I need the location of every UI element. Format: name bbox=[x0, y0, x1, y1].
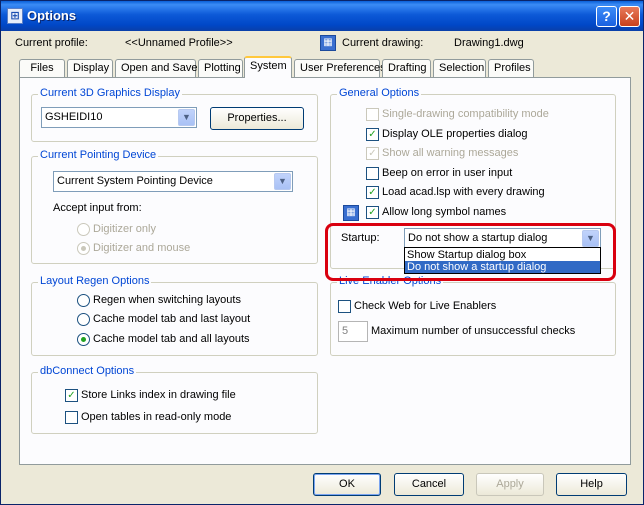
check-web-label: Check Web for Live Enablers bbox=[354, 300, 497, 312]
check-icon: ✓ bbox=[368, 207, 377, 218]
startup-option-do-not-show[interactable]: Do not show a startup dialog bbox=[405, 261, 600, 273]
tab-open-and-save[interactable]: Open and Save bbox=[115, 59, 197, 77]
open-readonly-label: Open tables in read-only mode bbox=[81, 411, 232, 423]
live-enabler-group: Live Enabler Options bbox=[330, 275, 616, 356]
help-button[interactable]: Help bbox=[556, 473, 627, 496]
cache-all-layouts-radio[interactable] bbox=[77, 333, 90, 346]
options-dialog: ⊞ Options ? ✕ Current profile: <<Unnamed… bbox=[0, 0, 644, 505]
display-ole-label: Display OLE properties dialog bbox=[382, 128, 528, 140]
max-checks-label: Maximum number of unsuccessful checks bbox=[371, 325, 576, 337]
general-options-title: General Options bbox=[337, 87, 422, 99]
max-checks-input[interactable]: 5 bbox=[338, 321, 368, 342]
load-acad-label: Load acad.lsp with every drawing bbox=[382, 186, 545, 198]
long-symbols-label: Allow long symbol names bbox=[382, 206, 507, 218]
graphics-driver-select[interactable]: GSHEIDI10 ▼ bbox=[41, 107, 197, 128]
close-icon: ✕ bbox=[623, 8, 636, 24]
startup-dropdown-list: Show Startup dialog box Do not show a st… bbox=[404, 247, 601, 274]
single-drawing-label: Single-drawing compatibility mode bbox=[382, 108, 549, 120]
long-symbols-checkbox[interactable]: ✓ bbox=[366, 206, 379, 219]
store-links-checkbox[interactable]: ✓ bbox=[65, 389, 78, 402]
cache-last-layout-label: Cache model tab and last layout bbox=[93, 313, 251, 325]
apply-button[interactable]: Apply bbox=[476, 473, 544, 496]
digitizer-only-radio[interactable] bbox=[77, 223, 90, 236]
dbconnect-group: dbConnect Options bbox=[31, 365, 318, 434]
pointing-device-title: Current Pointing Device bbox=[38, 149, 159, 161]
window-title: Options bbox=[27, 8, 77, 23]
digitizer-only-label: Digitizer only bbox=[93, 223, 156, 235]
beep-on-error-checkbox[interactable] bbox=[366, 167, 379, 180]
open-readonly-checkbox[interactable] bbox=[65, 411, 78, 424]
chevron-down-icon: ▼ bbox=[178, 109, 195, 126]
graphics-display-title: Current 3D Graphics Display bbox=[38, 87, 182, 99]
accept-input-label: Accept input from: bbox=[53, 202, 142, 214]
properties-button[interactable]: Properties... bbox=[210, 107, 304, 130]
single-drawing-checkbox[interactable] bbox=[366, 108, 379, 121]
dbconnect-title: dbConnect Options bbox=[38, 365, 137, 377]
tab-files[interactable]: Files bbox=[19, 59, 65, 77]
chevron-down-icon: ▼ bbox=[582, 230, 599, 247]
check-icon: ✓ bbox=[67, 390, 76, 401]
ok-button[interactable]: OK bbox=[313, 473, 381, 496]
startup-label: Startup: bbox=[341, 232, 380, 244]
close-button[interactable]: ✕ bbox=[619, 6, 640, 27]
tab-selection[interactable]: Selection bbox=[433, 59, 486, 77]
load-acad-checkbox[interactable]: ✓ bbox=[366, 186, 379, 199]
pointing-device-value: Current System Pointing Device bbox=[57, 175, 213, 187]
tab-user-preferences[interactable]: User Preferences bbox=[294, 59, 386, 77]
long-symbol-icon: ▦ bbox=[343, 205, 359, 221]
current-profile-label: Current profile: bbox=[15, 37, 88, 49]
store-links-label: Store Links index in drawing file bbox=[81, 389, 236, 401]
check-icon: ✓ bbox=[368, 187, 377, 198]
beep-on-error-label: Beep on error in user input bbox=[382, 167, 513, 179]
tab-drafting[interactable]: Drafting bbox=[382, 59, 431, 77]
show-warnings-label: Show all warning messages bbox=[382, 147, 519, 159]
regen-switching-radio[interactable] bbox=[77, 294, 90, 307]
cache-all-layouts-label: Cache model tab and all layouts bbox=[93, 333, 250, 345]
digitizer-and-mouse-radio[interactable] bbox=[77, 242, 90, 255]
check-icon: ✓ bbox=[368, 129, 377, 140]
digitizer-and-mouse-label: Digitizer and mouse bbox=[93, 242, 191, 254]
tab-plotting[interactable]: Plotting bbox=[198, 59, 243, 77]
regen-switching-label: Regen when switching layouts bbox=[93, 294, 241, 306]
cache-last-layout-radio[interactable] bbox=[77, 313, 90, 326]
pointing-device-select[interactable]: Current System Pointing Device ▼ bbox=[53, 171, 293, 192]
startup-value: Do not show a startup dialog bbox=[408, 232, 548, 244]
app-icon: ⊞ bbox=[7, 8, 23, 24]
tab-profiles[interactable]: Profiles bbox=[488, 59, 534, 77]
layout-regen-title: Layout Regen Options bbox=[38, 275, 152, 287]
current-drawing-value: Drawing1.dwg bbox=[454, 37, 524, 49]
check-web-checkbox[interactable] bbox=[338, 300, 351, 313]
current-profile-value: <<Unnamed Profile>> bbox=[125, 37, 233, 49]
cancel-button[interactable]: Cancel bbox=[394, 473, 464, 496]
current-drawing-label: Current drawing: bbox=[342, 37, 424, 49]
chevron-down-icon: ▼ bbox=[274, 173, 291, 190]
drawing-icon: ▦ bbox=[320, 35, 336, 51]
live-enabler-title: Live Enabler Options bbox=[337, 275, 444, 287]
title-bar[interactable]: ⊞ Options ? ✕ bbox=[1, 1, 643, 31]
show-warnings-checkbox[interactable]: ✓ bbox=[366, 147, 379, 160]
startup-select[interactable]: Do not show a startup dialog ▼ bbox=[404, 228, 601, 249]
startup-option-show[interactable]: Show Startup dialog box bbox=[405, 249, 600, 261]
help-title-button[interactable]: ? bbox=[596, 6, 617, 27]
check-icon: ✓ bbox=[368, 148, 377, 159]
graphics-driver-value: GSHEIDI10 bbox=[45, 111, 103, 123]
display-ole-checkbox[interactable]: ✓ bbox=[366, 128, 379, 141]
help-icon: ? bbox=[602, 8, 611, 24]
tab-display[interactable]: Display bbox=[67, 59, 113, 77]
tab-system[interactable]: System bbox=[244, 56, 292, 78]
